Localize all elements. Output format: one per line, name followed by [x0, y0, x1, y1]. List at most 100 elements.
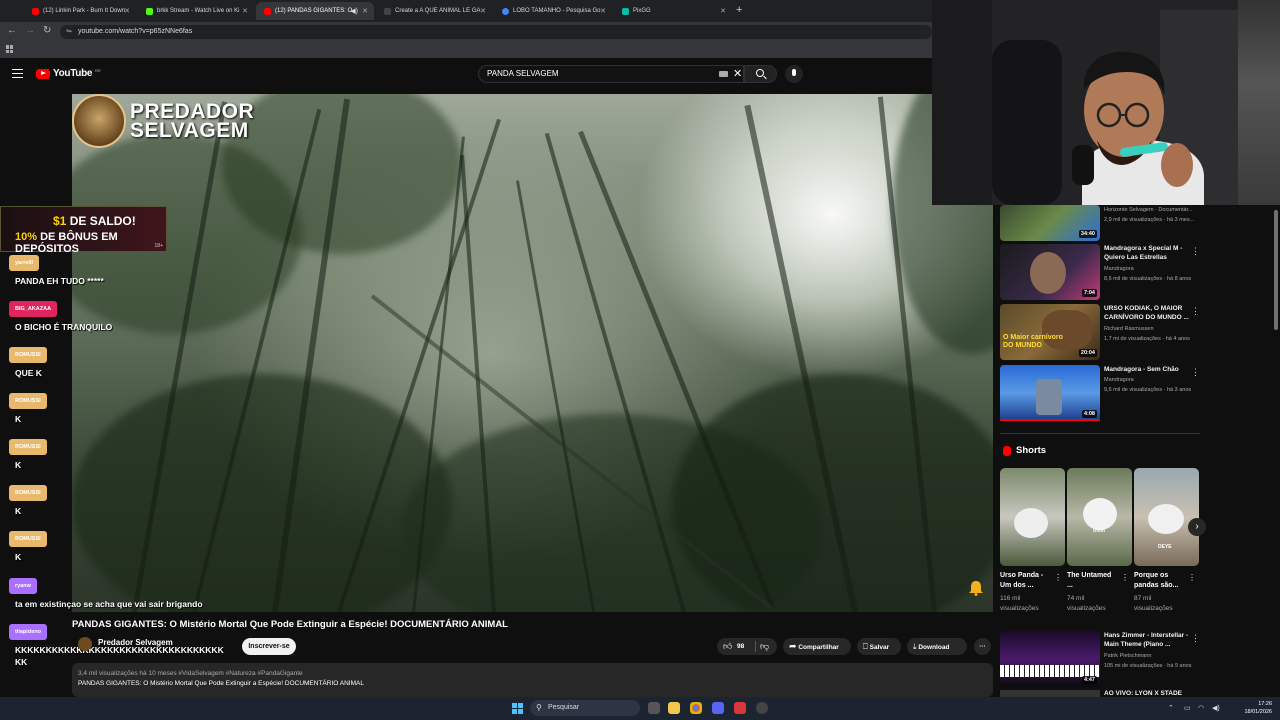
taskbar-search-label: Pesquisar — [548, 704, 580, 711]
close-tab-icon[interactable]: ✕ — [720, 7, 726, 15]
network-icon[interactable]: ▭ — [1184, 704, 1191, 712]
reload-icon[interactable]: ↻ — [43, 25, 51, 36]
share-button[interactable]: ➦ Compartilhar — [783, 638, 851, 655]
short-thumbnail[interactable]: DEYE — [1134, 468, 1199, 566]
dislike-icon[interactable]: 👎︎ — [760, 638, 769, 655]
chrome-icon[interactable] — [690, 702, 702, 714]
chat-message: K — [15, 506, 22, 516]
recommended-video[interactable]: 4:47 Hans Zimmer - Interstellar - Main T… — [1000, 631, 1200, 687]
browser-tab[interactable]: LOBO TAMANHO - Pesquisa Go ✕ — [494, 2, 612, 20]
short-title[interactable]: Porque os pandas são... — [1134, 571, 1184, 591]
shorts-icon — [1003, 445, 1011, 456]
browser-tab[interactable]: PixGG ✕ — [614, 2, 732, 20]
wifi-icon[interactable]: ◠ — [1198, 704, 1204, 712]
channel-avatar[interactable] — [78, 637, 92, 651]
obs-icon[interactable] — [756, 702, 768, 714]
scroll-thumb[interactable] — [1274, 210, 1278, 330]
apps-grid-icon[interactable] — [6, 45, 14, 53]
channel-name[interactable]: Predador Selvagem — [98, 638, 173, 647]
short-views: 87 mil visualizações — [1134, 595, 1173, 612]
browser-tab-active[interactable]: (12) PANDAS GIGANTES: O ◀) ✕ — [256, 2, 374, 20]
discord-icon[interactable] — [712, 702, 724, 714]
recommended-video[interactable]: AO VIVO: LYON X STADE — [1000, 690, 1200, 697]
file-explorer-icon[interactable] — [668, 702, 680, 714]
new-tab-button[interactable]: + — [736, 4, 742, 16]
search-button[interactable] — [744, 65, 777, 83]
system-clock[interactable]: 17:26 18/01/2026 — [1232, 700, 1272, 716]
search-icon: ⚲ — [536, 703, 542, 712]
video-thumbnail: 7:04 — [1000, 244, 1100, 300]
webcam-overlay — [932, 0, 1238, 205]
close-tab-icon[interactable]: ✕ — [480, 7, 486, 15]
kick-favicon-icon — [146, 7, 153, 15]
close-tab-icon[interactable]: ✕ — [124, 7, 130, 15]
short-title[interactable]: The Untamed ... — [1067, 571, 1117, 591]
keyboard-icon[interactable] — [719, 71, 728, 77]
chat-message: K — [15, 552, 22, 562]
more-options-icon[interactable]: ⋮ — [1121, 573, 1129, 582]
tray-chevron-icon[interactable]: ⌃ — [1168, 704, 1174, 712]
forward-icon[interactable]: → — [25, 25, 35, 36]
youtube-favicon-icon — [264, 7, 271, 15]
watch-progress — [1000, 419, 1100, 421]
more-options-icon[interactable]: ⋮ — [1191, 633, 1200, 644]
like-count[interactable]: 98 — [737, 638, 744, 655]
more-options-icon[interactable]: ⋮ — [1191, 306, 1200, 317]
browser-tab[interactable]: Create a A QUE ANIMAL LE GA ✕ — [376, 2, 492, 20]
tab-label: brkk Stream - Watch Live on Ki — [157, 8, 240, 14]
close-tab-icon[interactable]: ✕ — [600, 7, 606, 15]
windows-start-icon[interactable] — [512, 703, 523, 714]
voice-search-button[interactable] — [785, 65, 803, 83]
video-duration: 4:47 — [1081, 676, 1097, 684]
taskbar-search[interactable]: ⚲ Pesquisar — [530, 700, 640, 716]
short-title[interactable]: Urso Panda - Um dos ... — [1000, 571, 1050, 591]
logo-text: YouTube — [53, 68, 93, 79]
recommended-video[interactable]: O Maior carnívoro DO MUNDO 20:04 URSO KO… — [1000, 304, 1200, 360]
task-view-icon[interactable] — [648, 702, 660, 714]
streamer-camera-feed — [932, 0, 1238, 205]
browser-tab[interactable]: brkk Stream - Watch Live on Ki ✕ — [138, 2, 254, 20]
recommended-video[interactable]: 34:40 Horizonte Selvagem · Documentár...… — [1000, 205, 1200, 241]
short-thumbnail[interactable]: them — [1067, 468, 1132, 566]
chat-username: ROMUSSI — [9, 531, 47, 547]
video-player[interactable] — [72, 94, 993, 612]
video-thumbnail: 34:40 — [1000, 205, 1100, 241]
youtube-logo[interactable]: YouTube BR — [36, 68, 101, 79]
more-actions-icon[interactable]: ··· — [974, 638, 991, 655]
app-icon[interactable] — [734, 702, 746, 714]
more-options-icon[interactable]: ⋮ — [1191, 367, 1200, 378]
close-tab-icon[interactable]: ✕ — [362, 7, 368, 15]
search-input[interactable]: PANDA SELVAGEM — [478, 65, 744, 83]
google-favicon-icon — [502, 7, 509, 15]
clear-search-icon[interactable]: ✕ — [733, 67, 742, 80]
site-info-icon[interactable]: ⇋ — [66, 25, 72, 39]
description-text: PANDAS GIGANTES: O Mistério Mortal Que P… — [78, 680, 364, 687]
tab-label: Create a A QUE ANIMAL LE GA — [395, 8, 481, 14]
volume-icon[interactable]: ◀) — [1212, 704, 1220, 712]
video-title: AO VIVO: LYON X STADE — [1104, 690, 1183, 697]
recommended-video[interactable]: 4:08 Mandragora - Sem Chão Mandragora 9,… — [1000, 365, 1200, 421]
age-rating: 18+ — [154, 243, 163, 249]
video-meta: 9,6 mil de visualizações · há 3 anos — [1104, 387, 1192, 393]
download-button[interactable]: ⤓ Download — [907, 638, 967, 655]
back-icon[interactable]: ← — [7, 25, 17, 36]
more-options-icon[interactable]: ⋮ — [1191, 246, 1200, 257]
browser-tab[interactable]: (12) Linkin Park - Burn It Down ✕ — [24, 2, 136, 20]
save-button[interactable]: ⎕ Salvar — [857, 638, 901, 655]
subscribe-button[interactable]: Inscrever-se — [242, 638, 296, 655]
recommended-video[interactable]: 7:04 Mandragora x Special M - Quiero Las… — [1000, 244, 1200, 300]
speaker-icon[interactable]: ◀) — [350, 7, 358, 15]
thumbnail-caption: them — [1093, 528, 1105, 534]
video-meta: 8,6 mil de visualizações · há 8 anos — [1104, 276, 1192, 282]
video-title: PANDAS GIGANTES: O Mistério Mortal Que P… — [72, 619, 508, 630]
more-options-icon[interactable]: ⋮ — [1054, 573, 1062, 582]
like-icon[interactable]: 👍︎ — [723, 638, 732, 655]
short-thumbnail[interactable] — [1000, 468, 1065, 566]
shorts-next-button[interactable]: › — [1188, 518, 1206, 536]
menu-icon[interactable] — [12, 69, 23, 78]
close-tab-icon[interactable]: ✕ — [242, 7, 248, 15]
address-bar[interactable]: ⇋ youtube.com/watch?v=p65zNNe6fas — [60, 25, 932, 39]
notification-bell-icon[interactable] — [967, 580, 985, 596]
video-duration: 20:04 — [1078, 349, 1097, 357]
more-options-icon[interactable]: ⋮ — [1188, 573, 1196, 582]
